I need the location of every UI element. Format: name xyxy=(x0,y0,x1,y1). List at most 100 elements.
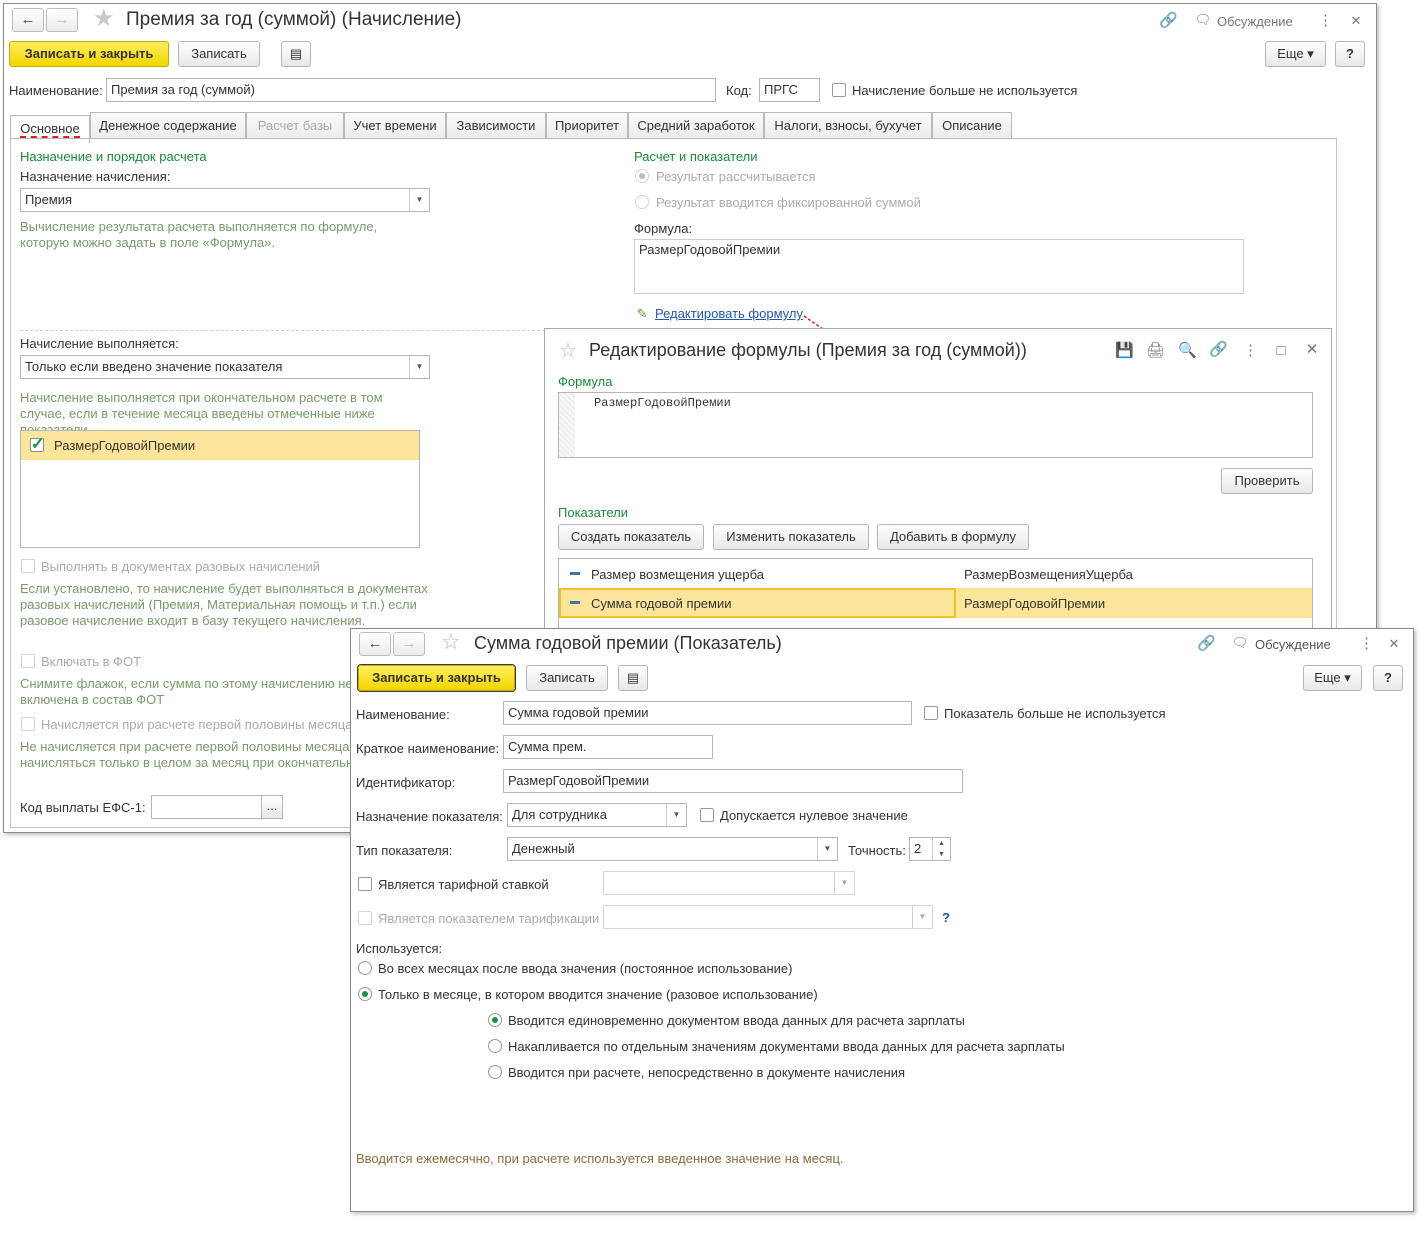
type-select[interactable]: Денежный ▼ xyxy=(507,837,838,861)
discussion-button[interactable]: Обсуждение xyxy=(1217,14,1293,29)
print-icon[interactable]: 🖨 xyxy=(1146,342,1165,360)
back-button[interactable]: ← xyxy=(12,8,44,32)
tab-base-calc[interactable]: Расчет базы xyxy=(246,112,344,138)
zero-allowed-checkbox[interactable] xyxy=(700,808,714,822)
one-time-docs-checkbox[interactable] xyxy=(21,559,35,573)
tab-dependencies[interactable]: Зависимости xyxy=(446,112,546,138)
save-button[interactable]: Записать xyxy=(526,665,608,691)
stepper-arrows-icon[interactable]: ▲ ▼ xyxy=(932,838,950,860)
precision-stepper[interactable]: 2 ▲ ▼ xyxy=(909,837,951,861)
name-input[interactable]: Сумма годовой премии xyxy=(503,701,912,725)
discussion-icon[interactable]: 🗨 xyxy=(1231,634,1249,652)
discussion-icon[interactable]: 🗨 xyxy=(1194,11,1212,29)
tariff-rate-select[interactable]: ▼ xyxy=(603,871,855,895)
list-item[interactable]: ✓ РазмерГодовойПремии xyxy=(21,431,419,460)
tariffication-label: Является показателем тарификации xyxy=(378,911,600,926)
result-fixed-label: Результат вводится фиксированной суммой xyxy=(656,195,921,210)
favorite-star-icon[interactable]: ☆ xyxy=(559,339,577,363)
tab-money[interactable]: Денежное содержание xyxy=(90,112,246,138)
name-label: Наименование: xyxy=(9,83,103,98)
report-icon[interactable]: ▤ xyxy=(618,665,648,691)
close-icon[interactable]: ✕ xyxy=(1387,635,1401,653)
link-icon[interactable]: 🔗 xyxy=(1159,12,1178,30)
sub-in-calc-radio[interactable] xyxy=(488,1065,502,1079)
use-once-radio[interactable] xyxy=(358,987,372,1001)
maximize-icon[interactable]: □ xyxy=(1273,342,1289,360)
edit-formula-link[interactable]: Редактировать формулу xyxy=(655,306,803,321)
add-to-formula-button[interactable]: Добавить в формулу xyxy=(877,524,1029,550)
tariff-rate-checkbox[interactable] xyxy=(358,877,372,891)
indicators-list[interactable]: ✓ РазмерГодовойПремии xyxy=(20,430,420,548)
report-icon[interactable]: ▤ xyxy=(281,41,311,67)
purpose-label: Назначение начисления: xyxy=(20,169,171,184)
zero-allowed-label: Допускается нулевое значение xyxy=(720,808,908,823)
not-used-checkbox[interactable] xyxy=(832,83,846,97)
purpose-label: Назначение показателя: xyxy=(356,809,503,824)
result-calc-radio[interactable] xyxy=(635,169,649,183)
dropdown-arrow-icon[interactable]: ▼ xyxy=(834,872,854,894)
link-icon[interactable]: 🔗 xyxy=(1209,341,1228,359)
table-row[interactable]: Размер возмещения ущерба РазмерВозмещени… xyxy=(559,559,1312,588)
result-calc-label: Результат рассчитывается xyxy=(656,169,816,184)
more-vert-icon[interactable]: ⋮ xyxy=(1359,635,1374,653)
favorite-star-icon[interactable]: ☆ xyxy=(441,630,461,654)
table-row[interactable]: Сумма годовой премии РазмерГодовойПремии xyxy=(559,588,1312,618)
short-name-input[interactable]: Сумма прем. xyxy=(503,735,713,759)
code-input[interactable]: ПРГС xyxy=(759,78,820,102)
favorite-star-icon[interactable]: ★ xyxy=(93,7,115,31)
save-button[interactable]: Записать xyxy=(178,41,260,67)
discussion-button[interactable]: Обсуждение xyxy=(1255,637,1331,652)
save-icon[interactable]: 💾 xyxy=(1115,342,1134,360)
formula-editor[interactable]: РазмерГодовойПремии xyxy=(558,392,1313,458)
efs-input[interactable] xyxy=(151,795,262,819)
tariffication-help[interactable]: ? xyxy=(942,910,950,925)
efs-select-button[interactable]: ... xyxy=(261,795,283,819)
preview-icon[interactable]: 🔍 xyxy=(1178,342,1197,360)
link-icon[interactable]: 🔗 xyxy=(1197,635,1216,653)
first-half-checkbox[interactable] xyxy=(21,717,35,731)
formula-textarea[interactable]: РазмерГодовойПремии xyxy=(634,239,1244,294)
tab-description[interactable]: Описание xyxy=(932,112,1012,138)
dropdown-arrow-icon[interactable]: ▼ xyxy=(409,189,429,211)
name-input[interactable]: Премия за год (суммой) xyxy=(106,78,716,102)
dropdown-arrow-icon[interactable]: ▼ xyxy=(409,356,429,378)
close-icon[interactable]: ✕ xyxy=(1349,12,1363,30)
tab-taxes[interactable]: Налоги, взносы, бухучет xyxy=(764,112,932,138)
close-icon[interactable]: ✕ xyxy=(1304,341,1320,359)
more-vert-icon[interactable]: ⋮ xyxy=(1243,342,1258,360)
tab-average-earnings[interactable]: Средний заработок xyxy=(628,112,764,138)
result-fixed-radio[interactable] xyxy=(635,195,649,209)
create-indicator-button[interactable]: Создать показатель xyxy=(558,524,704,550)
type-label: Тип показателя: xyxy=(356,843,453,858)
save-and-close-button[interactable]: Записать и закрыть xyxy=(9,41,169,67)
purpose-select[interactable]: Премия ▼ xyxy=(20,188,430,212)
tab-time[interactable]: Учет времени xyxy=(344,112,446,138)
dropdown-arrow-icon[interactable]: ▼ xyxy=(666,804,686,826)
check-button[interactable]: Проверить xyxy=(1221,468,1313,494)
use-permanent-radio[interactable] xyxy=(358,961,372,975)
more-button[interactable]: Еще ▾ xyxy=(1303,665,1362,691)
fot-checkbox[interactable] xyxy=(21,654,35,668)
purpose-select[interactable]: Для сотрудника ▼ xyxy=(507,803,687,827)
forward-button[interactable]: → xyxy=(46,8,78,32)
more-vert-icon[interactable]: ⋮ xyxy=(1318,12,1333,30)
tab-priority[interactable]: Приоритет xyxy=(546,112,628,138)
more-button[interactable]: Еще ▾ xyxy=(1265,41,1326,67)
identifier-input[interactable]: РазмерГодовойПремии xyxy=(503,769,963,793)
change-indicator-button[interactable]: Изменить показатель xyxy=(713,524,869,550)
tariffication-select[interactable]: ▼ xyxy=(603,905,933,929)
indicator-checkbox[interactable]: ✓ xyxy=(30,436,44,453)
save-and-close-button[interactable]: Записать и закрыть xyxy=(358,665,515,691)
back-button[interactable]: ← xyxy=(359,632,391,656)
sub-once-doc-radio[interactable] xyxy=(488,1013,502,1027)
performed-select[interactable]: Только если введено значение показателя ▼ xyxy=(20,355,430,379)
indicators-table[interactable]: Размер возмещения ущерба РазмерВозмещени… xyxy=(558,558,1313,630)
sub-accum-radio[interactable] xyxy=(488,1039,502,1053)
not-used-checkbox[interactable] xyxy=(924,706,938,720)
dropdown-arrow-icon[interactable]: ▼ xyxy=(912,906,932,928)
help-button[interactable]: ? xyxy=(1373,665,1403,691)
help-button[interactable]: ? xyxy=(1335,41,1365,67)
tariffication-checkbox[interactable] xyxy=(358,911,372,925)
forward-button[interactable]: → xyxy=(393,632,425,656)
dropdown-arrow-icon[interactable]: ▼ xyxy=(817,838,837,860)
